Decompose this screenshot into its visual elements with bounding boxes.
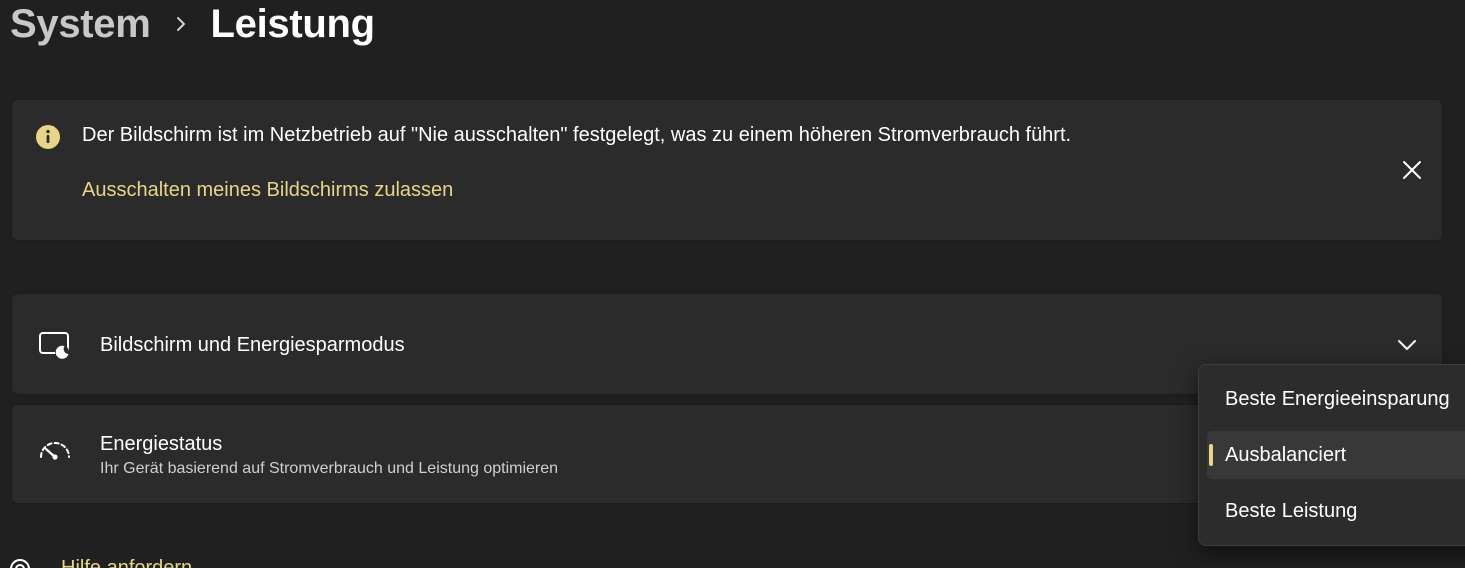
power-mode-dropdown: Beste Energieeinsparung Ausbalanciert Be… [1198, 364, 1465, 546]
chevron-right-icon [151, 14, 211, 34]
option-label: Beste Leistung [1225, 499, 1358, 522]
option-beste-leistung[interactable]: Beste Leistung [1207, 487, 1465, 535]
settings-page: System Leistung Der Bildschirm ist im Ne… [0, 0, 1465, 568]
get-help-link[interactable]: Hilfe anfordern [61, 557, 192, 568]
info-icon [36, 125, 60, 149]
close-icon[interactable] [1398, 156, 1426, 184]
speedometer-icon [38, 435, 72, 469]
selected-indicator [1209, 444, 1213, 466]
banner-message: Der Bildschirm ist im Netzbetrieb auf "N… [82, 124, 1072, 146]
help-icon [8, 557, 34, 568]
option-label: Ausbalanciert [1225, 443, 1347, 466]
power-mode-subtitle: Ihr Gerät basierend auf Stromverbrauch u… [100, 460, 559, 477]
option-label: Beste Energieeinsparung [1225, 387, 1450, 410]
allow-screen-off-link[interactable]: Ausschalten meines Bildschirms zulassen [82, 179, 453, 202]
display-sleep-icon [38, 328, 72, 362]
power-mode-title: Energiestatus [100, 433, 223, 455]
display-sleep-title: Bildschirm und Energiesparmodus [100, 334, 405, 356]
option-ausbalanciert[interactable]: Ausbalanciert [1207, 431, 1465, 479]
breadcrumb-system[interactable]: System [10, 2, 151, 47]
breadcrumb: System Leistung [10, 0, 375, 54]
page-title: Leistung [210, 1, 376, 46]
option-beste-energieeinsparung[interactable]: Beste Energieeinsparung [1207, 375, 1465, 423]
info-banner: Der Bildschirm ist im Netzbetrieb auf "N… [11, 99, 1443, 241]
chevron-down-icon[interactable] [1394, 332, 1420, 358]
